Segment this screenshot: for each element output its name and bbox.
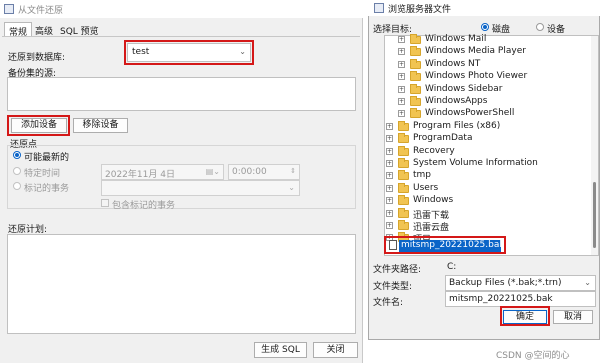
file-name-input[interactable]: mitsmp_20221025.bak: [445, 291, 596, 307]
tree-item-label: Windows: [413, 195, 454, 206]
radio-latest[interactable]: [13, 151, 21, 159]
expand-icon[interactable]: +: [386, 184, 393, 192]
folder-path-label: 文件夹路径:: [373, 265, 422, 275]
tab-general[interactable]: 常规: [4, 22, 33, 38]
restore-plan-area: [7, 234, 356, 334]
tree-item-label: ProgramData: [413, 133, 473, 144]
file-name-label: 文件名:: [373, 298, 404, 308]
time-value: 0:00:00: [232, 167, 267, 177]
tree-item-label: 迅雷下载: [413, 210, 450, 221]
right-title: 浏览服务器文件: [388, 5, 452, 15]
expand-icon[interactable]: +: [398, 60, 405, 68]
expand-icon[interactable]: +: [386, 197, 393, 205]
tab-advanced[interactable]: 高级: [31, 22, 57, 37]
expand-icon[interactable]: +: [398, 110, 405, 118]
tree-item-label: Recovery: [413, 145, 455, 156]
highlight-box: [384, 236, 506, 254]
chevron-down-icon: ⌄: [288, 183, 295, 192]
remove-device-button[interactable]: 移除设备: [73, 118, 128, 133]
date-picker[interactable]: 2022年11月 4日 ▤⌄: [101, 164, 224, 180]
marked-transaction-label: 标记的事务: [24, 184, 70, 194]
folder-icon: [398, 207, 409, 218]
folder-icon: [398, 120, 409, 131]
radio-marked-transaction[interactable]: [13, 182, 21, 190]
tree-item-label: WindowsPowerShell: [425, 108, 515, 119]
expand-icon[interactable]: +: [386, 122, 393, 130]
tree-item-label: 迅雷云盘: [413, 223, 450, 233]
tree-item-label: WindowsApps: [425, 96, 488, 106]
spinner-icon: ⇕: [290, 167, 296, 175]
generate-sql-button[interactable]: 生成 SQL: [254, 342, 307, 358]
file-type-select[interactable]: Backup Files (*.bak;*.trn) ⌄: [445, 275, 596, 291]
restore-db-label: 还原到数据库:: [8, 53, 66, 63]
cancel-button[interactable]: 取消: [553, 310, 593, 324]
folder-icon: [398, 145, 409, 156]
radio-device[interactable]: [536, 23, 544, 31]
mark-select[interactable]: ⌄: [101, 180, 300, 196]
expand-icon[interactable]: +: [398, 73, 405, 81]
tab-sql-preview[interactable]: SQL 预览: [56, 22, 103, 37]
folder-icon: [410, 34, 421, 44]
folder-icon: [410, 83, 421, 94]
tree-item-label: Windows Photo Viewer: [425, 71, 528, 82]
left-title: 从文件还原: [18, 6, 64, 16]
radio-disk[interactable]: [481, 23, 489, 31]
folder-icon: [410, 46, 421, 57]
expand-icon[interactable]: +: [398, 98, 405, 105]
tabs-divider: [2, 36, 360, 37]
expand-icon[interactable]: +: [386, 222, 393, 229]
tree-item-label: Program Files (x86): [413, 120, 501, 131]
time-picker[interactable]: 0:00:00 ⇕: [228, 164, 300, 180]
expand-icon[interactable]: +: [398, 36, 405, 43]
tree-scroll-thumb[interactable]: [593, 182, 596, 248]
folder-icon: [398, 158, 409, 168]
calendar-icon: ▤⌄: [205, 167, 220, 176]
expand-icon[interactable]: +: [398, 85, 405, 93]
expand-icon[interactable]: +: [386, 160, 393, 167]
tree-item-label: Windows NT: [425, 58, 481, 69]
highlight-box: [7, 115, 70, 136]
specific-time-label: 特定时间: [24, 169, 61, 179]
tree-item-label: Windows Sidebar: [425, 83, 503, 94]
file-type-label: 文件类型:: [373, 282, 413, 292]
include-mark-label: 包含标记的事务: [112, 201, 176, 211]
radio-specific-time[interactable]: [13, 167, 21, 175]
expand-icon[interactable]: +: [386, 172, 393, 180]
disk-label: 磁盘: [492, 25, 511, 35]
tree-item-label: System Volume Information: [413, 158, 538, 168]
folder-icon: [410, 58, 421, 69]
select-target-label: 选择目标:: [373, 25, 413, 35]
folder-path-value: C:: [447, 262, 457, 272]
expand-icon[interactable]: +: [386, 147, 393, 155]
folder-icon: [398, 195, 409, 206]
folder-icon: [398, 170, 409, 181]
highlight-box: [124, 40, 254, 65]
latest-label: 可能最新的: [24, 153, 70, 163]
folder-icon: [398, 133, 409, 144]
tree-item-label: Windows Media Player: [425, 46, 526, 57]
app-icon: [374, 3, 384, 13]
include-mark-checkbox[interactable]: [101, 199, 109, 207]
highlight-box: [500, 306, 550, 326]
folder-icon: [398, 182, 409, 193]
file-type-value: Backup Files (*.bak;*.trn): [449, 278, 562, 288]
tree-item-label: Windows Mail: [425, 34, 487, 44]
tree-item-label: tmp: [413, 170, 432, 181]
chevron-down-icon: ⌄: [584, 278, 591, 287]
folder-icon: [410, 96, 421, 106]
folder-icon: [410, 71, 421, 82]
expand-icon[interactable]: +: [386, 135, 393, 143]
expand-icon[interactable]: +: [398, 48, 405, 56]
device-label: 设备: [547, 25, 566, 35]
close-button[interactable]: 关闭: [313, 342, 358, 358]
watermark: CSDN @空间的心: [496, 351, 570, 361]
date-value: 2022年11月 4日: [105, 170, 175, 180]
expand-icon[interactable]: +: [386, 209, 393, 217]
app-icon: [4, 4, 14, 14]
folder-icon: [410, 108, 421, 119]
tree-item-label: Users: [413, 182, 439, 193]
backup-source-list[interactable]: [7, 77, 356, 111]
folder-icon: [398, 220, 409, 230]
